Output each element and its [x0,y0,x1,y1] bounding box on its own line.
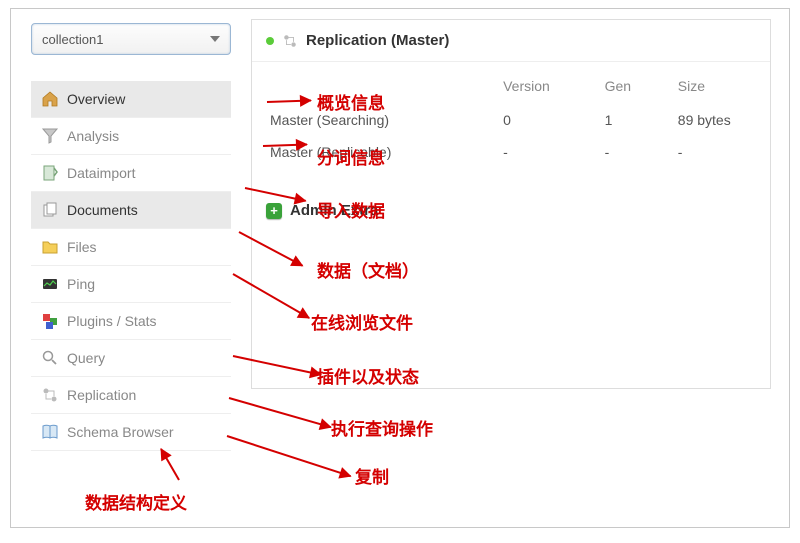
sidebar: Overview Analysis Dataimport Documents F… [31,81,231,451]
collection-selector-value: collection1 [42,32,210,47]
admin-extra-item[interactable]: + Admin Extra [252,190,770,231]
book-icon [41,423,59,441]
panel-title: Replication (Master) [306,32,449,49]
table-header [252,68,485,104]
sidebar-item-label: Replication [67,387,136,403]
table-header: Version [485,68,586,104]
search-icon [41,349,59,367]
annotation-replication: 复制 [355,463,389,488]
row-name: Master (Replicable) [252,136,485,168]
replication-panel: Replication (Master) Version Gen Size Ma… [251,19,771,389]
sidebar-item-label: Query [67,350,105,366]
panel-header: Replication (Master) [252,20,770,62]
row-version: - [485,136,586,168]
documents-icon [41,201,59,219]
sidebar-item-dataimport[interactable]: Dataimport [31,155,231,192]
sidebar-item-plugins[interactable]: Plugins / Stats [31,303,231,340]
collection-selector[interactable]: collection1 [31,23,231,55]
table-header: Gen [587,68,660,104]
row-version: 0 [485,104,586,136]
row-gen: - [587,136,660,168]
sidebar-item-label: Plugins / Stats [67,313,157,329]
replication-table: Version Gen Size Master (Searching) 0 1 … [252,68,770,168]
annotation-query: 执行查询操作 [331,415,433,440]
home-icon [41,90,59,108]
row-gen: 1 [587,104,660,136]
sidebar-item-label: Overview [67,91,125,107]
sidebar-item-label: Documents [67,202,138,218]
table-header: Size [660,68,770,104]
annotation-schema: 数据结构定义 [85,489,187,514]
sidebar-item-replication[interactable]: Replication [31,377,231,414]
table-row: Master (Searching) 0 1 89 bytes [252,104,770,136]
row-name: Master (Searching) [252,104,485,136]
chevron-down-icon [210,36,220,42]
ping-icon [41,275,59,293]
row-size: 89 bytes [660,104,770,136]
annotation-arrow [229,397,331,428]
admin-extra-label: Admin Extra [290,202,378,219]
status-dot-icon [266,37,274,45]
sidebar-item-schema[interactable]: Schema Browser [31,414,231,451]
sidebar-item-query[interactable]: Query [31,340,231,377]
row-size: - [660,136,770,168]
sidebar-item-label: Ping [67,276,95,292]
sidebar-item-documents[interactable]: Documents [31,192,231,229]
annotation-arrow [160,448,180,480]
sidebar-item-ping[interactable]: Ping [31,266,231,303]
sidebar-item-files[interactable]: Files [31,229,231,266]
sidebar-item-label: Files [67,239,97,255]
sidebar-item-label: Schema Browser [67,424,174,440]
plus-icon: + [266,203,282,219]
funnel-icon [41,127,59,145]
sidebar-item-analysis[interactable]: Analysis [31,118,231,155]
annotation-arrow [227,435,351,477]
sidebar-item-label: Analysis [67,128,119,144]
sidebar-item-label: Dataimport [67,165,135,181]
table-row: Master (Replicable) - - - [252,136,770,168]
app-window: collection1 Overview Analysis Dataimport [10,8,790,528]
replication-icon [282,33,298,49]
sidebar-item-overview[interactable]: Overview [31,81,231,118]
plugins-icon [41,312,59,330]
import-icon [41,164,59,182]
folder-icon [41,238,59,256]
replication-icon [41,386,59,404]
